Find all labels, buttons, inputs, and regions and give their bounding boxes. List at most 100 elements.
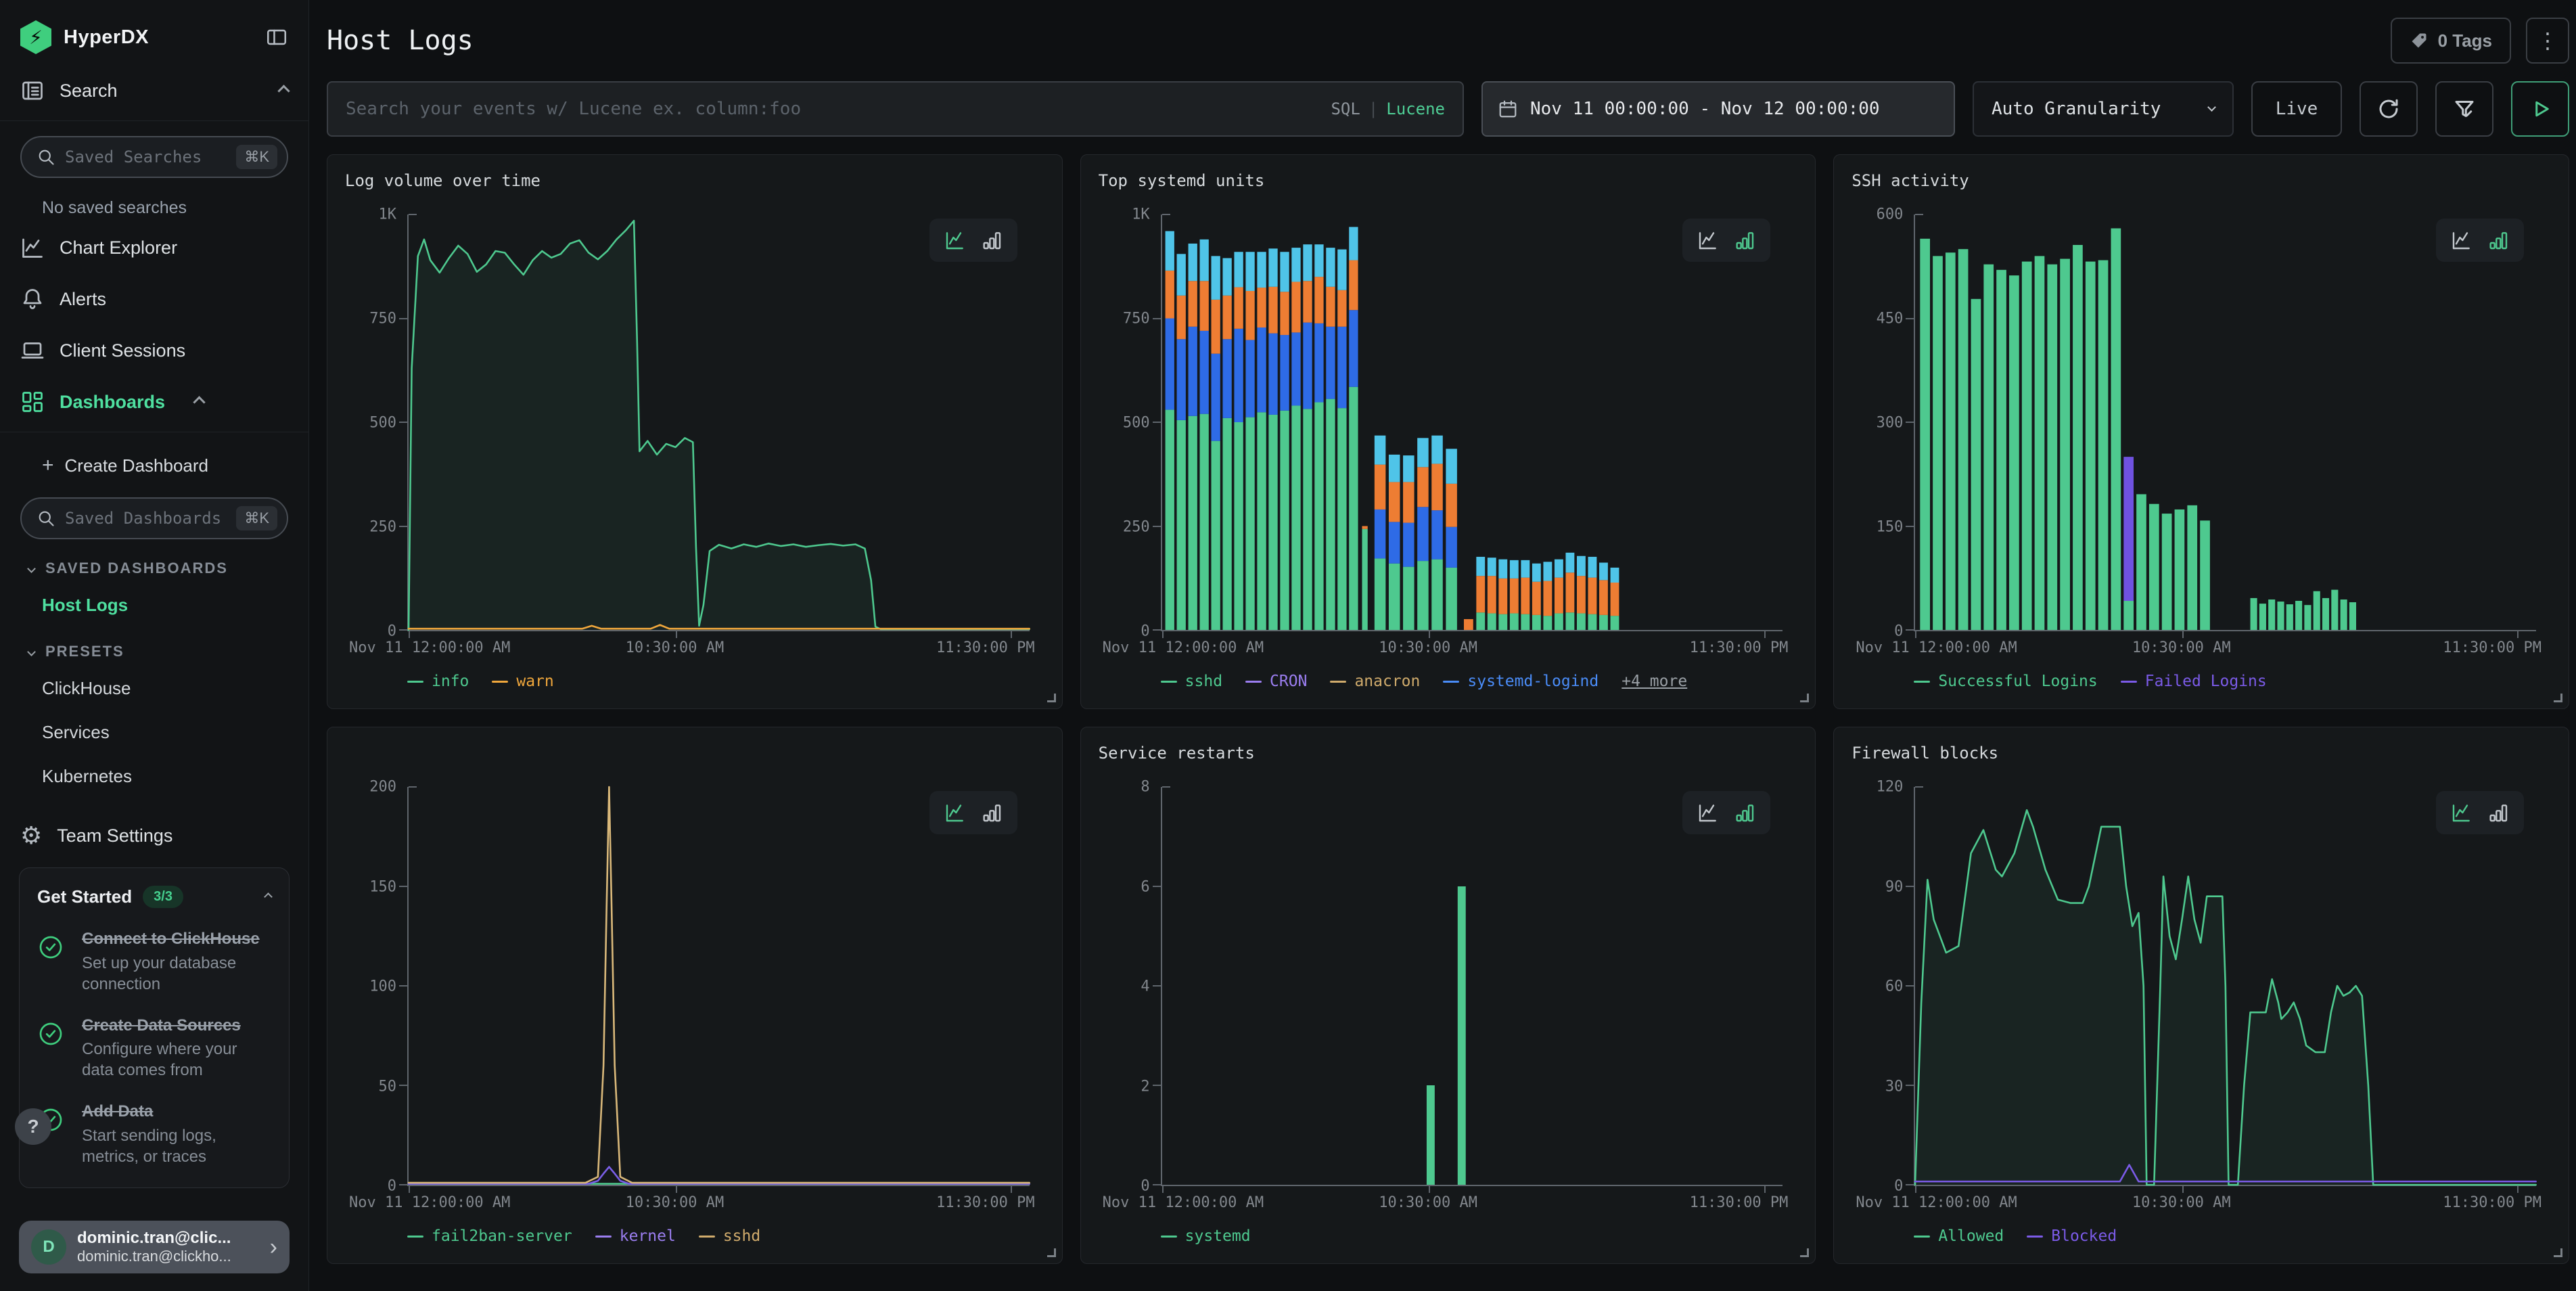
legend-item-successful-logins[interactable]: Successful Logins <box>1914 673 2097 690</box>
bar-chart-toggle-icon[interactable] <box>1734 802 1755 823</box>
get-started-title: Get Started <box>37 886 132 907</box>
granularity-select[interactable]: Auto Granularity <box>1973 81 2234 137</box>
bar-chart-toggle-icon[interactable] <box>981 229 1003 251</box>
create-dashboard-label: Create Dashboard <box>65 455 208 476</box>
line-chart-toggle-icon[interactable] <box>1697 229 1719 251</box>
plot-area <box>1161 787 1783 1186</box>
panel-resize-handle[interactable] <box>1800 1248 1809 1257</box>
legend-item-info[interactable]: info <box>407 673 469 690</box>
saved-dashboards-placeholder: Saved Dashboards <box>65 509 227 528</box>
chart-canvas[interactable] <box>1915 787 2536 1185</box>
panel-resize-handle[interactable] <box>1047 694 1056 702</box>
line-chart-toggle-icon[interactable] <box>2451 802 2472 823</box>
help-button[interactable]: ? <box>15 1108 51 1145</box>
refresh-button[interactable] <box>2360 81 2418 137</box>
bar-chart-toggle-icon[interactable] <box>981 802 1003 823</box>
panel-resize-handle[interactable] <box>1047 1248 1056 1257</box>
bar-chart-toggle-icon[interactable] <box>2487 229 2509 251</box>
sidebar-item-clickhouse[interactable]: ClickHouse <box>42 678 288 699</box>
sidebar-item-kubernetes[interactable]: Kubernetes <box>42 766 288 787</box>
run-query-button[interactable] <box>2511 81 2569 137</box>
legend-item-fail2ban-server[interactable]: fail2ban-server <box>407 1227 572 1245</box>
chart-canvas[interactable] <box>409 787 1030 1185</box>
sidebar-item-search[interactable]: Search <box>0 61 308 120</box>
sidebar-item-label: Dashboards <box>60 392 165 413</box>
saved-dashboards-section-header[interactable]: SAVED DASHBOARDS <box>28 560 288 577</box>
saved-dashboards-input[interactable]: Saved Dashboards ⌘K <box>20 497 288 539</box>
sidebar-item-services[interactable]: Services <box>42 722 288 743</box>
legend-item-failed-logins[interactable]: Failed Logins <box>2121 673 2267 690</box>
more-options-button[interactable]: ⋮ <box>2526 18 2569 64</box>
sidebar-item-label: Alerts <box>60 289 106 310</box>
step-title: Create Data Sources <box>82 1015 271 1036</box>
legend-swatch <box>1330 681 1346 683</box>
legend-label: Successful Logins <box>1938 673 2097 690</box>
legend-item-sshd[interactable]: sshd <box>699 1227 760 1245</box>
get-started-step-sources[interactable]: Create Data Sources Configure where your… <box>37 1015 271 1081</box>
legend-item-allowed[interactable]: Allowed <box>1914 1227 2004 1245</box>
filter-button[interactable] <box>2435 81 2493 137</box>
chevron-up-icon[interactable] <box>193 396 205 408</box>
chart-type-toggle <box>1682 791 1770 834</box>
x-axis-tick-label: Nov 11 12:00:00 AM <box>1103 1194 1264 1211</box>
legend-item-systemd-logind[interactable]: systemd-logind <box>1443 673 1598 690</box>
sidebar-item-dashboards[interactable]: Dashboards <box>20 376 288 428</box>
tags-button[interactable]: 0 Tags <box>2391 18 2511 64</box>
chevron-up-icon[interactable] <box>277 85 290 97</box>
chart-canvas[interactable] <box>409 214 1030 630</box>
legend-item-warn[interactable]: warn <box>492 673 553 690</box>
logo-row: ⚡ HyperDX <box>0 0 308 61</box>
panel-resize-handle[interactable] <box>2554 1248 2562 1257</box>
legend-item-cron[interactable]: CRON <box>1245 673 1307 690</box>
sidebar-item-client-sessions[interactable]: Client Sessions <box>20 325 288 376</box>
legend-item-sshd[interactable]: sshd <box>1161 673 1222 690</box>
date-range-picker[interactable]: Nov 11 00:00:00 - Nov 12 00:00:00 <box>1481 81 1955 137</box>
legend-item--4-more[interactable]: +4 more <box>1622 673 1687 690</box>
get-started-step-connect[interactable]: Connect to ClickHouse Set up your databa… <box>37 928 271 995</box>
check-circle-icon <box>37 928 67 995</box>
cmd-k-badge: ⌘K <box>236 145 277 169</box>
legend-item-systemd[interactable]: systemd <box>1161 1227 1251 1245</box>
legend-item-anacron[interactable]: anacron <box>1330 673 1420 690</box>
sql-toggle[interactable]: SQL <box>1331 99 1360 118</box>
chart-canvas[interactable] <box>1915 214 2536 630</box>
line-chart-toggle-icon[interactable] <box>944 229 966 251</box>
line-chart-toggle-icon[interactable] <box>1697 802 1719 823</box>
y-axis-tick-label: 200 <box>369 779 396 796</box>
collapse-sidebar-icon[interactable] <box>265 26 288 49</box>
lucene-toggle[interactable]: Lucene <box>1386 99 1445 118</box>
create-dashboard-button[interactable]: + Create Dashboard <box>42 454 288 477</box>
sidebar-item-chart-explorer[interactable]: Chart Explorer <box>20 222 288 273</box>
line-chart-toggle-icon[interactable] <box>2451 229 2472 251</box>
dashboards-grid-icon <box>20 390 45 414</box>
panel-resize-handle[interactable] <box>1800 694 1809 702</box>
legend-item-blocked[interactable]: Blocked <box>2027 1227 2117 1245</box>
panel-resize-handle[interactable] <box>2554 694 2562 702</box>
y-tick-mark <box>1906 886 1914 887</box>
event-search-input[interactable]: Search your events w/ Lucene ex. column:… <box>327 81 1464 137</box>
app-logo-text: HyperDX <box>64 26 149 49</box>
y-axis-labels: 1K7505002500 <box>1099 214 1161 631</box>
saved-searches-input[interactable]: Saved Searches ⌘K <box>20 136 288 178</box>
sidebar-item-label: Search <box>60 81 118 101</box>
sidebar-item-host-logs[interactable]: Host Logs <box>42 595 288 616</box>
sidebar-item-alerts[interactable]: Alerts <box>20 273 288 325</box>
bar-chart-toggle-icon[interactable] <box>2487 802 2509 823</box>
search-icon <box>37 148 55 166</box>
bar-chart-toggle-icon[interactable] <box>1734 229 1755 251</box>
live-button[interactable]: Live <box>2251 81 2342 137</box>
sidebar-item-team-settings[interactable]: ⚙ Team Settings <box>20 810 288 861</box>
legend-swatch <box>1443 681 1459 683</box>
chevron-up-icon[interactable] <box>264 892 273 901</box>
chart-canvas[interactable] <box>1162 214 1783 630</box>
presets-section-header[interactable]: PRESETS <box>28 643 288 660</box>
chart-type-toggle <box>2436 219 2524 262</box>
line-chart-toggle-icon[interactable] <box>944 802 966 823</box>
legend-item-kernel[interactable]: kernel <box>595 1227 676 1245</box>
y-tick-mark <box>1153 1184 1161 1185</box>
user-menu[interactable]: D dominic.tran@clic... dominic.tran@clic… <box>19 1221 290 1273</box>
y-axis-tick-label: 2 <box>1141 1078 1149 1095</box>
chart-canvas[interactable] <box>1162 787 1783 1185</box>
get-started-step-add-data[interactable]: Add Data Start sending logs, metrics, or… <box>37 1101 271 1167</box>
x-axis-labels: Nov 11 12:00:00 AM10:30:00 AM11:30:00 PM <box>1914 631 2536 662</box>
